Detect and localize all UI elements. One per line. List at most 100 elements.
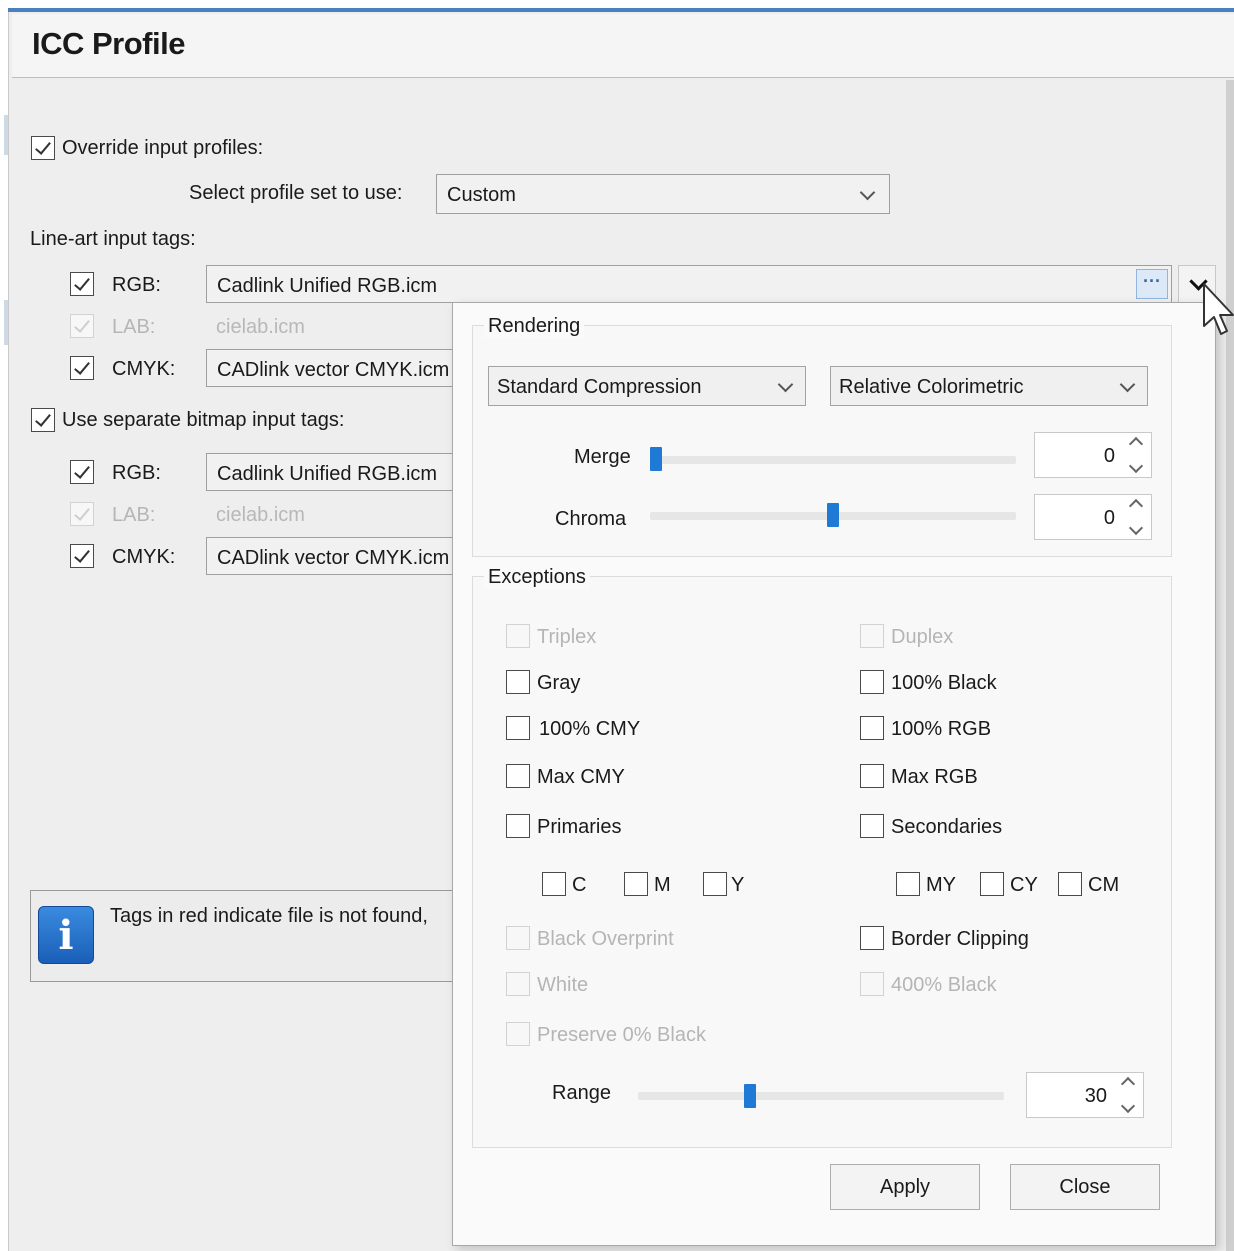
line-art-cmyk-value: CADlink vector CMYK.icm	[217, 359, 450, 381]
line-art-heading: Line-art input tags:	[30, 228, 196, 250]
rgb-100-checkbox[interactable]	[860, 716, 884, 740]
spin-down-icon[interactable]	[1128, 520, 1144, 536]
profile-set-select[interactable]: Custom	[436, 174, 890, 214]
profile-set-value: Custom	[447, 184, 516, 206]
rendering-heading: Rendering	[484, 315, 585, 338]
merge-spinner[interactable]: 0	[1034, 432, 1152, 478]
cmy-100-label: 100% CMY	[539, 718, 641, 740]
dialog-title: ICC Profile	[32, 26, 185, 61]
preserve-black-checkbox	[506, 1022, 530, 1046]
line-art-lab-label: LAB:	[112, 316, 156, 338]
bitmap-cmyk-field[interactable]: CADlink vector CMYK.icm	[206, 537, 466, 575]
triplex-label: Triplex	[537, 626, 597, 648]
line-art-rgb-field[interactable]: Cadlink Unified RGB.icm	[206, 265, 1172, 303]
line-art-cmyk-field[interactable]: CADlink vector CMYK.icm	[206, 349, 466, 387]
intent-value: Relative Colorimetric	[839, 376, 1024, 398]
left-margin	[0, 12, 8, 1251]
dialog-header	[12, 14, 1234, 78]
preserve-black-label: Preserve 0% Black	[537, 1024, 706, 1046]
my-checkbox[interactable]	[896, 872, 920, 896]
chevron-down-icon	[777, 376, 794, 393]
override-checkbox[interactable]	[31, 136, 55, 160]
y-label: Y	[731, 874, 745, 896]
gray-checkbox[interactable]	[506, 670, 530, 694]
line-art-rgb-checkbox[interactable]	[70, 272, 94, 296]
chroma-value: 0	[1103, 507, 1115, 529]
my-label: MY	[926, 874, 956, 896]
spin-down-icon[interactable]	[1128, 458, 1144, 474]
cy-label: CY	[1010, 874, 1038, 896]
chroma-spinner[interactable]: 0	[1034, 494, 1152, 540]
chevron-down-icon	[859, 184, 876, 201]
range-slider-track[interactable]	[638, 1092, 1004, 1100]
close-button[interactable]: Close	[1010, 1164, 1160, 1210]
bitmap-lab-value: cielab.icm	[216, 504, 305, 526]
compression-select[interactable]: Standard Compression	[488, 366, 806, 406]
bitmap-cmyk-value: CADlink vector CMYK.icm	[217, 547, 450, 569]
bitmap-lab-checkbox	[70, 502, 94, 526]
merge-slider-thumb[interactable]	[650, 447, 662, 471]
merge-value: 0	[1103, 445, 1115, 467]
spin-up-icon[interactable]	[1128, 498, 1144, 514]
cm-label: CM	[1088, 874, 1120, 896]
primaries-label: Primaries	[537, 816, 622, 838]
white-checkbox	[506, 972, 530, 996]
bitmap-cmyk-checkbox[interactable]	[70, 544, 94, 568]
bitmap-lab-label: LAB:	[112, 504, 156, 526]
black-overprint-label: Black Overprint	[537, 928, 674, 950]
max-rgb-checkbox[interactable]	[860, 764, 884, 788]
primaries-checkbox[interactable]	[506, 814, 530, 838]
rgb-100-label: 100% RGB	[891, 718, 992, 740]
merge-slider-track[interactable]	[650, 456, 1016, 464]
black-400-checkbox	[860, 972, 884, 996]
black-100-label: 100% Black	[891, 672, 997, 694]
info-box	[30, 890, 470, 982]
mouse-cursor-icon	[1203, 283, 1234, 335]
browse-button[interactable]: ···	[1136, 269, 1168, 299]
secondaries-label: Secondaries	[891, 816, 1003, 838]
line-art-lab-value: cielab.icm	[216, 316, 305, 338]
max-cmy-label: Max CMY	[537, 766, 625, 788]
exceptions-group	[472, 576, 1172, 1148]
window-right-edge	[1226, 80, 1234, 1251]
bitmap-cmyk-label: CMYK:	[112, 546, 176, 568]
chroma-label: Chroma	[555, 508, 627, 530]
c-checkbox[interactable]	[542, 872, 566, 896]
bitmap-rgb-field[interactable]: Cadlink Unified RGB.icm	[206, 453, 466, 491]
m-checkbox[interactable]	[624, 872, 648, 896]
chevron-down-icon	[1119, 376, 1136, 393]
max-cmy-checkbox[interactable]	[506, 764, 530, 788]
cmy-100-checkbox[interactable]	[506, 716, 530, 740]
line-art-rgb-value: Cadlink Unified RGB.icm	[217, 275, 438, 297]
line-art-rgb-label: RGB:	[112, 274, 161, 296]
range-spinner[interactable]: 30	[1026, 1072, 1144, 1118]
info-text: Tags in red indicate file is not found,	[110, 905, 428, 927]
bitmap-rgb-label: RGB:	[112, 462, 161, 484]
black-100-checkbox[interactable]	[860, 670, 884, 694]
bitmap-rgb-value: Cadlink Unified RGB.icm	[217, 463, 438, 485]
bitmap-checkbox[interactable]	[31, 408, 55, 432]
y-checkbox[interactable]	[703, 872, 727, 896]
info-icon-glyph: i	[58, 912, 74, 959]
triplex-checkbox	[506, 624, 530, 648]
cy-checkbox[interactable]	[980, 872, 1004, 896]
line-art-cmyk-checkbox[interactable]	[70, 356, 94, 380]
line-art-cmyk-label: CMYK:	[112, 358, 176, 380]
secondaries-checkbox[interactable]	[860, 814, 884, 838]
c-label: C	[572, 874, 587, 896]
spin-down-icon[interactable]	[1120, 1098, 1136, 1114]
range-slider-thumb[interactable]	[744, 1084, 757, 1108]
spin-up-icon[interactable]	[1120, 1076, 1136, 1092]
range-label: Range	[552, 1082, 611, 1104]
chroma-slider-thumb[interactable]	[827, 503, 839, 527]
apply-button[interactable]: Apply	[830, 1164, 980, 1210]
intent-select[interactable]: Relative Colorimetric	[830, 366, 1148, 406]
bitmap-rgb-checkbox[interactable]	[70, 460, 94, 484]
spin-up-icon[interactable]	[1128, 436, 1144, 452]
black-400-label: 400% Black	[891, 974, 997, 996]
cm-checkbox[interactable]	[1058, 872, 1082, 896]
black-overprint-checkbox	[506, 926, 530, 950]
exceptions-heading: Exceptions	[484, 566, 590, 589]
border-clipping-checkbox[interactable]	[860, 926, 884, 950]
gray-label: Gray	[537, 672, 581, 694]
